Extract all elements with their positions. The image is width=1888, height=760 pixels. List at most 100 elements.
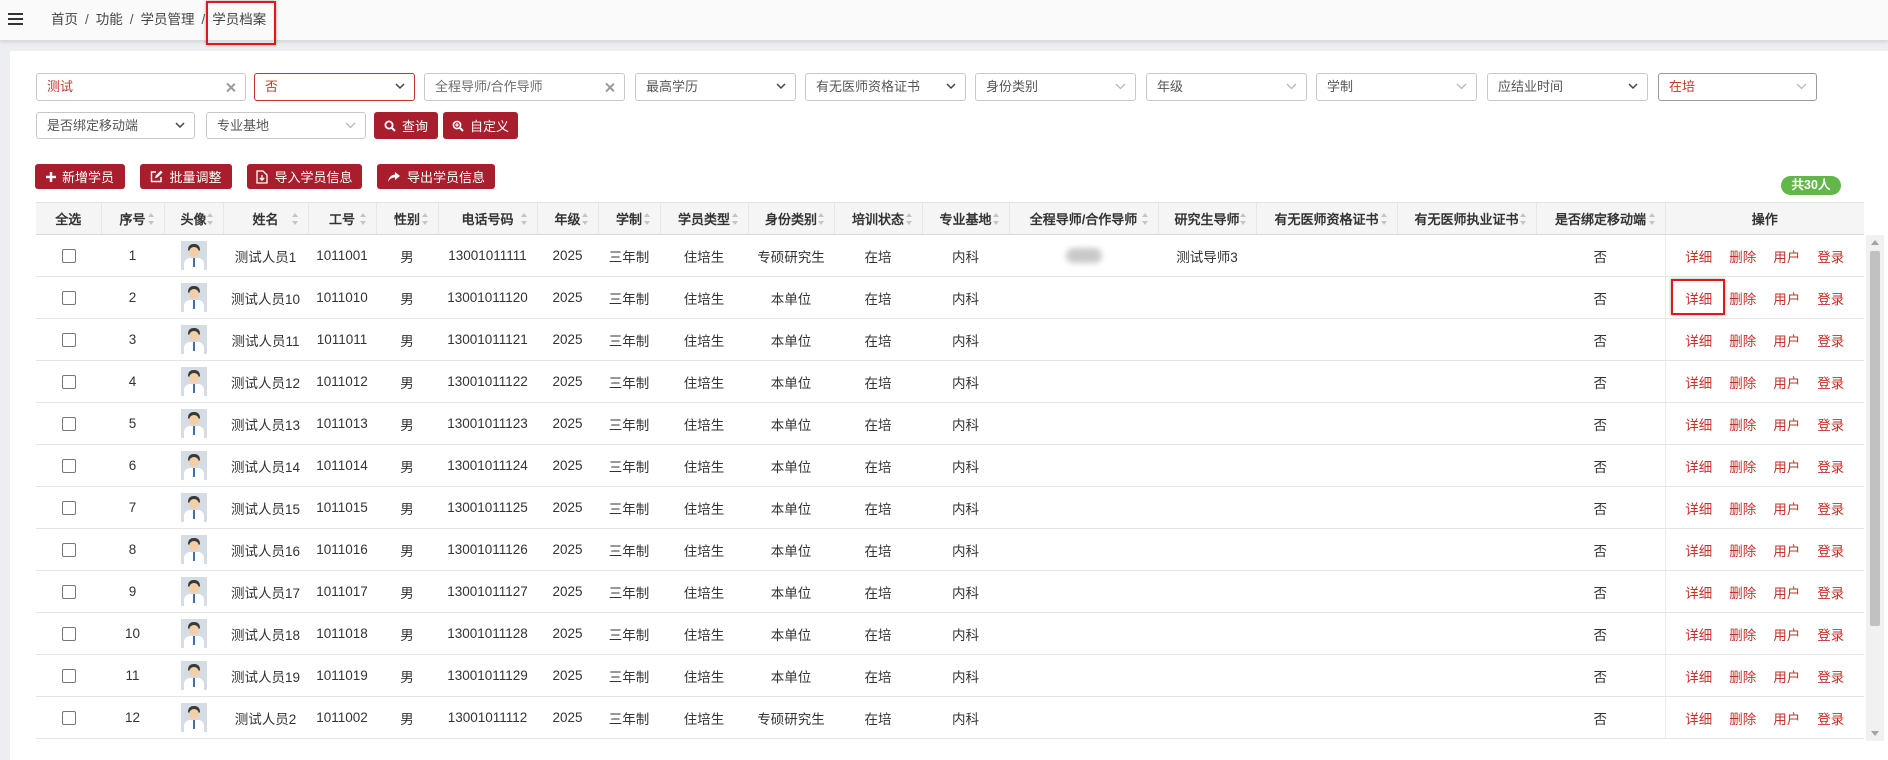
row-action-login-link[interactable]: 登录 bbox=[1817, 288, 1844, 308]
column-header-emp_id[interactable]: 工号 bbox=[308, 203, 377, 234]
row-action-user-link[interactable]: 用户 bbox=[1773, 330, 1800, 350]
row-action-login-link[interactable]: 登录 bbox=[1817, 540, 1844, 560]
sort-icon[interactable] bbox=[731, 212, 739, 225]
sort-icon[interactable] bbox=[206, 212, 214, 225]
column-header-identity[interactable]: 身份类别 bbox=[748, 203, 835, 234]
row-checkbox[interactable] bbox=[61, 711, 76, 726]
row-checkbox[interactable] bbox=[61, 501, 76, 516]
column-header-grad_mentor[interactable]: 研究生导师 bbox=[1158, 203, 1257, 234]
breadcrumb-item-student-management[interactable]: 学员管理 bbox=[141, 12, 195, 27]
row-action-delete-link[interactable]: 删除 bbox=[1729, 330, 1756, 350]
row-checkbox[interactable] bbox=[61, 627, 76, 642]
row-action-delete-link[interactable]: 删除 bbox=[1729, 456, 1756, 476]
column-header-base[interactable]: 专业基地 bbox=[922, 203, 1010, 234]
table-row[interactable]: 7 测试人员15 1011015 男 13001011125 2025 三年制 住培生 本单位在… bbox=[36, 486, 1864, 529]
row-action-detail-link[interactable]: 详细 bbox=[1685, 330, 1712, 350]
table-row[interactable]: 6 测试人员14 1011014 男 13001011124 2025 三年制 住培生 本单位在… bbox=[36, 444, 1864, 487]
doctor-avatar-icon[interactable] bbox=[180, 703, 207, 732]
row-checkbox[interactable] bbox=[61, 417, 76, 432]
grade-select[interactable]: 年级 bbox=[1146, 73, 1307, 101]
row-checkbox[interactable] bbox=[61, 375, 76, 390]
row-checkbox[interactable] bbox=[61, 249, 76, 264]
sort-icon[interactable] bbox=[421, 212, 429, 225]
row-action-detail-link[interactable]: 详细 bbox=[1685, 624, 1712, 644]
yes-no-select[interactable]: 否 bbox=[254, 73, 415, 101]
table-row[interactable]: 2 测试人员10 1011010 男 13001011120 2025 三年制 住培生 本单位在… bbox=[36, 276, 1864, 319]
table-row[interactable]: 12 测试人员2 1011002 男 13001011112 2025 三年制 住培生 专硕研究… bbox=[36, 696, 1864, 739]
education-select[interactable]: 最高学历 bbox=[635, 73, 796, 101]
search-button[interactable]: 查询 bbox=[374, 112, 438, 139]
row-action-user-link[interactable]: 用户 bbox=[1773, 288, 1800, 308]
row-action-login-link[interactable]: 登录 bbox=[1817, 372, 1844, 392]
row-action-login-link[interactable]: 登录 bbox=[1817, 414, 1844, 434]
breadcrumb-item-home[interactable]: 首页 bbox=[51, 12, 78, 27]
table-row[interactable]: 1 测试人员1 1011001 男 13001011111 2025 三年制 住培生 专硕研究生… bbox=[36, 235, 1864, 277]
sort-icon[interactable] bbox=[359, 212, 367, 225]
table-row[interactable]: 11 测试人员19 1011019 男 13001011129 2025 三年制 住培生 本单位… bbox=[36, 654, 1864, 697]
add-student-button[interactable]: 新增学员 bbox=[35, 164, 125, 189]
row-action-detail-link[interactable]: 详细 bbox=[1685, 498, 1712, 518]
row-action-delete-link[interactable]: 删除 bbox=[1729, 708, 1756, 728]
row-action-login-link[interactable]: 登录 bbox=[1817, 624, 1844, 644]
table-row[interactable]: 4 测试人员12 1011012 男 13001011122 2025 三年制 住培生 本单位在… bbox=[36, 360, 1864, 403]
column-header-name[interactable]: 姓名 bbox=[223, 203, 309, 234]
row-action-delete-link[interactable]: 删除 bbox=[1729, 414, 1756, 434]
doctor-avatar-icon[interactable] bbox=[180, 367, 207, 396]
scroll-up-arrow-icon[interactable] bbox=[1871, 240, 1879, 245]
table-row[interactable]: 10 测试人员18 1011018 男 13001011128 2025 三年制 住培生 本单位… bbox=[36, 612, 1864, 655]
sort-icon[interactable] bbox=[1380, 212, 1388, 225]
row-action-delete-link[interactable]: 删除 bbox=[1729, 498, 1756, 518]
row-action-delete-link[interactable]: 删除 bbox=[1729, 246, 1756, 266]
clear-icon[interactable] bbox=[226, 83, 235, 92]
row-action-detail-link[interactable]: 详细 bbox=[1685, 708, 1712, 728]
hamburger-menu-icon[interactable] bbox=[8, 13, 23, 26]
program-length-select[interactable]: 学制 bbox=[1316, 73, 1477, 101]
row-checkbox[interactable] bbox=[61, 291, 76, 306]
clear-icon[interactable] bbox=[605, 83, 614, 92]
column-header-type[interactable]: 学员类型 bbox=[660, 203, 749, 234]
sort-icon[interactable] bbox=[905, 212, 913, 225]
row-checkbox[interactable] bbox=[61, 585, 76, 600]
row-action-user-link[interactable]: 用户 bbox=[1773, 582, 1800, 602]
row-action-login-link[interactable]: 登录 bbox=[1817, 498, 1844, 518]
row-action-delete-link[interactable]: 删除 bbox=[1729, 624, 1756, 644]
specialty-base-select[interactable]: 专业基地 bbox=[206, 112, 366, 139]
column-header-status[interactable]: 培训状态 bbox=[834, 203, 923, 234]
name-search-input[interactable] bbox=[47, 74, 215, 100]
row-action-detail-link[interactable]: 详细 bbox=[1685, 540, 1712, 560]
column-header-mentor[interactable]: 全程导师/合作导师 bbox=[1009, 203, 1159, 234]
sort-icon[interactable] bbox=[817, 212, 825, 225]
sort-icon[interactable] bbox=[643, 212, 651, 225]
row-checkbox[interactable] bbox=[61, 333, 76, 348]
sort-icon[interactable] bbox=[992, 212, 1000, 225]
doctor-avatar-icon[interactable] bbox=[180, 451, 207, 480]
column-header-mobile_bound[interactable]: 是否绑定移动端 bbox=[1536, 203, 1666, 234]
row-action-user-link[interactable]: 用户 bbox=[1773, 708, 1800, 728]
graduation-time-select[interactable]: 应结业时间 bbox=[1487, 73, 1648, 101]
row-action-delete-link[interactable]: 删除 bbox=[1729, 372, 1756, 392]
sort-icon[interactable] bbox=[520, 212, 528, 225]
doctor-avatar-icon[interactable] bbox=[180, 241, 207, 270]
column-header-select_all[interactable]: 全选 bbox=[36, 203, 102, 234]
row-action-login-link[interactable]: 登录 bbox=[1817, 330, 1844, 350]
row-action-user-link[interactable]: 用户 bbox=[1773, 666, 1800, 686]
batch-adjust-button[interactable]: 批量调整 bbox=[140, 164, 232, 189]
doctor-avatar-icon[interactable] bbox=[180, 661, 207, 690]
sort-icon[interactable] bbox=[147, 212, 155, 225]
doctor-avatar-icon[interactable] bbox=[180, 619, 207, 648]
row-action-user-link[interactable]: 用户 bbox=[1773, 246, 1800, 266]
column-header-no[interactable]: 序号 bbox=[101, 203, 165, 234]
scrollbar-thumb[interactable] bbox=[1870, 251, 1880, 626]
table-row[interactable]: 8 测试人员16 1011016 男 13001011126 2025 三年制 住培生 本单位在… bbox=[36, 528, 1864, 571]
column-header-qual_cert[interactable]: 有无医师资格证书 bbox=[1256, 203, 1398, 234]
row-action-user-link[interactable]: 用户 bbox=[1773, 414, 1800, 434]
column-header-grade[interactable]: 年级 bbox=[537, 203, 599, 234]
import-students-button[interactable]: 导入学员信息 bbox=[247, 164, 362, 189]
customize-button[interactable]: 自定义 bbox=[443, 112, 518, 139]
mentor-search-field[interactable] bbox=[424, 73, 625, 101]
name-search-field[interactable] bbox=[36, 73, 246, 101]
sort-icon[interactable] bbox=[1519, 212, 1527, 225]
sort-icon[interactable] bbox=[291, 212, 299, 225]
row-action-login-link[interactable]: 登录 bbox=[1817, 456, 1844, 476]
row-action-user-link[interactable]: 用户 bbox=[1773, 540, 1800, 560]
